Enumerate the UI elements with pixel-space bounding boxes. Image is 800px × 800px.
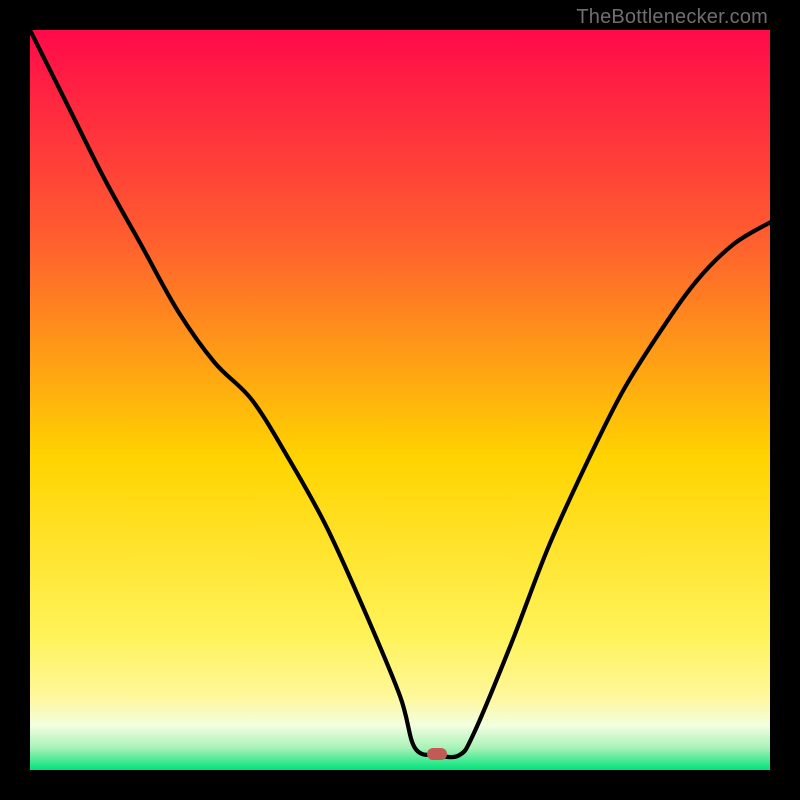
attribution-link[interactable]: TheBottlenecker.com xyxy=(576,6,768,29)
optimal-point-marker xyxy=(427,748,447,760)
plot-area xyxy=(30,30,770,770)
bottleneck-curve xyxy=(30,30,770,770)
chart-frame: TheBottlenecker.com xyxy=(0,0,800,800)
